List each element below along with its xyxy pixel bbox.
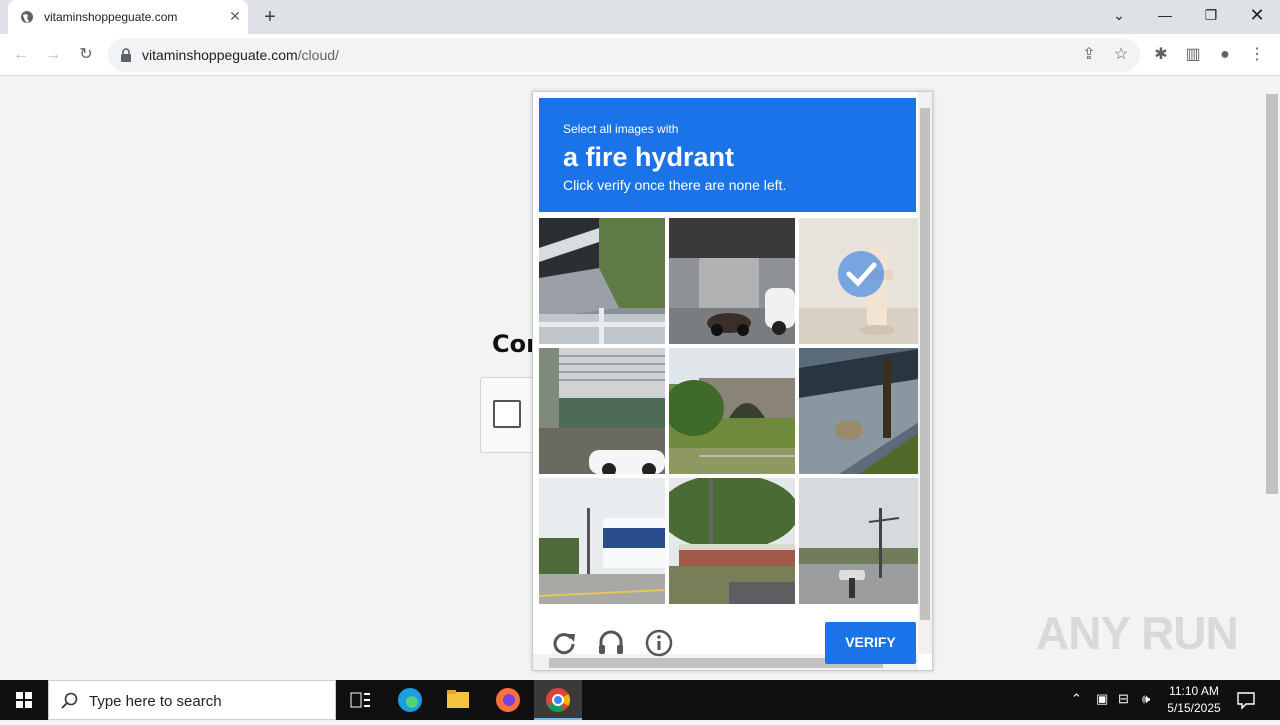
- clock-date: 5/15/2025: [1167, 701, 1221, 715]
- forward-icon[interactable]: →: [40, 42, 66, 68]
- clock-time: 11:10 AM: [1169, 684, 1219, 698]
- info-icon[interactable]: [644, 628, 674, 658]
- taskbar-search[interactable]: Type here to search: [48, 680, 336, 720]
- firefox-icon[interactable]: [484, 680, 532, 720]
- new-tab-button[interactable]: +: [258, 6, 282, 28]
- volume-icon[interactable]: 🕪: [1142, 691, 1150, 707]
- url-path: /cloud/: [297, 47, 339, 63]
- captcha-vertical-thumb[interactable]: [920, 108, 930, 620]
- bookmark-star-icon[interactable]: ☆: [1108, 42, 1134, 68]
- reload-icon[interactable]: ↻: [73, 42, 99, 68]
- back-icon[interactable]: ←: [8, 42, 34, 68]
- captcha-tile[interactable]: [539, 218, 665, 344]
- lock-icon: [121, 48, 131, 62]
- verify-button[interactable]: VERIFY: [825, 622, 916, 664]
- instruction-target: a fire hydrant: [563, 142, 735, 172]
- captcha-tile[interactable]: [669, 348, 795, 474]
- captcha-challenge: Select all images with a fire hydrant Cl…: [532, 91, 933, 671]
- edge-icon[interactable]: [386, 680, 434, 720]
- meet-icon[interactable]: ▣: [1096, 691, 1108, 707]
- reload-challenge-icon[interactable]: [549, 628, 579, 658]
- network-icon[interactable]: ⊟: [1118, 691, 1129, 707]
- url-host: vitaminshoppeguate.com: [142, 47, 298, 63]
- browser-tab[interactable]: vitaminshoppeguate.com ✕: [8, 0, 248, 34]
- windows-start-icon[interactable]: [0, 680, 48, 720]
- url-text: vitaminshoppeguate.com/cloud/: [142, 47, 339, 63]
- tab-title: vitaminshoppeguate.com: [44, 10, 178, 24]
- side-panel-icon[interactable]: ▥: [1180, 42, 1206, 68]
- instruction-bottom: Click verify once there are none left.: [563, 177, 787, 193]
- notifications-icon[interactable]: [1236, 690, 1256, 710]
- globe-icon: [21, 11, 33, 23]
- menu-icon[interactable]: ⋮: [1244, 42, 1270, 68]
- extensions-icon[interactable]: ✱: [1148, 42, 1174, 68]
- tab-strip: vitaminshoppeguate.com ✕ + ⌄ — ❐ ✕: [0, 0, 1280, 34]
- chrome-icon: [546, 688, 571, 713]
- share-icon[interactable]: ⇪: [1076, 42, 1102, 68]
- file-explorer-icon[interactable]: [434, 680, 482, 720]
- search-icon: [61, 692, 78, 709]
- tab-search-icon[interactable]: ⌄: [1096, 0, 1142, 30]
- chevron-up-icon[interactable]: ⌃: [1071, 691, 1082, 707]
- captcha-tile[interactable]: [799, 218, 925, 344]
- captcha-tile[interactable]: [799, 348, 925, 474]
- audio-challenge-icon[interactable]: [596, 628, 626, 658]
- captcha-tile[interactable]: [669, 478, 795, 604]
- address-bar[interactable]: vitaminshoppeguate.com/cloud/ ⇪ ☆: [108, 38, 1140, 72]
- restore-button[interactable]: ❐: [1188, 0, 1234, 30]
- tab-close-icon[interactable]: ✕: [226, 7, 244, 25]
- browser-toolbar: ← → ↻ vitaminshoppeguate.com/cloud/ ⇪ ☆ …: [0, 34, 1280, 76]
- taskbar: Type here to search ⌃ ▣ ⊟ 🕪 11:10 AM 5/1…: [0, 680, 1280, 720]
- captcha-tile[interactable]: [669, 218, 795, 344]
- anyrun-watermark: ANY RUN: [1036, 607, 1239, 659]
- search-placeholder: Type here to search: [89, 693, 222, 710]
- captcha-tile[interactable]: [539, 348, 665, 474]
- taskbar-chrome-active[interactable]: [534, 680, 582, 720]
- task-view-icon[interactable]: [336, 680, 384, 720]
- verify-checkbox[interactable]: [493, 400, 521, 428]
- instruction-top: Select all images with: [563, 122, 679, 136]
- system-clock[interactable]: 11:10 AM 5/15/2025: [1160, 683, 1228, 717]
- profile-icon[interactable]: ●: [1212, 42, 1238, 68]
- window-close-button[interactable]: ✕: [1234, 0, 1280, 30]
- minimize-button[interactable]: —: [1142, 0, 1188, 30]
- page-scroll-thumb[interactable]: [1266, 94, 1278, 494]
- captcha-header: Select all images with a fire hydrant Cl…: [539, 98, 916, 212]
- captcha-tile[interactable]: [799, 478, 925, 604]
- captcha-tile[interactable]: [539, 478, 665, 604]
